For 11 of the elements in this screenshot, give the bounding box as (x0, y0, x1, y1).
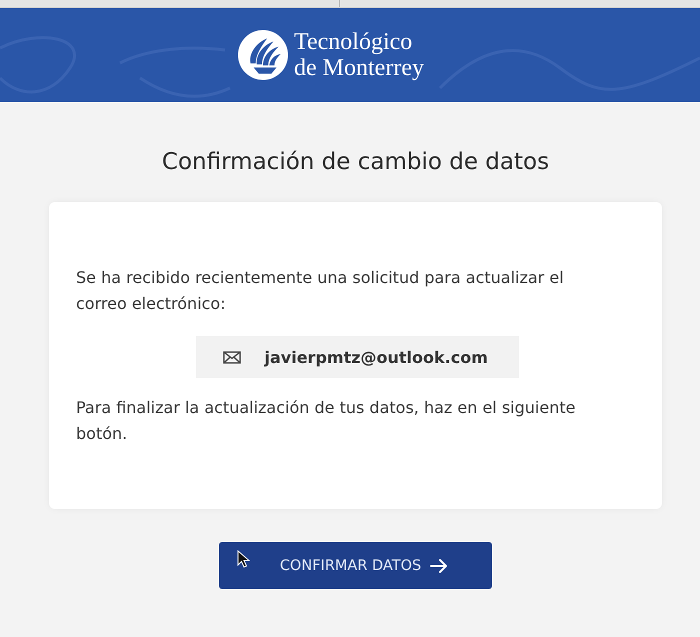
logo-text: de Monterrey (294, 55, 424, 81)
logo-text: Tecnológico (294, 29, 414, 55)
email-address: javierpmtz@outlook.com (264, 348, 488, 366)
logo-icon (238, 30, 288, 80)
cursor-icon (237, 550, 250, 568)
page-title: Confirmación de cambio de datos (162, 148, 550, 176)
message-text: Se ha recibido recientemente una solicitud para actualizar el correo electrónico: (76, 267, 565, 315)
confirm-button[interactable]: CONFIRMAR DATOS (219, 542, 492, 589)
instruction-text: Para finalizar la actualización de tus datos, haz en el siguiente botón. (76, 397, 576, 445)
envelope-icon (222, 350, 240, 364)
arrow-right-icon (430, 558, 448, 574)
